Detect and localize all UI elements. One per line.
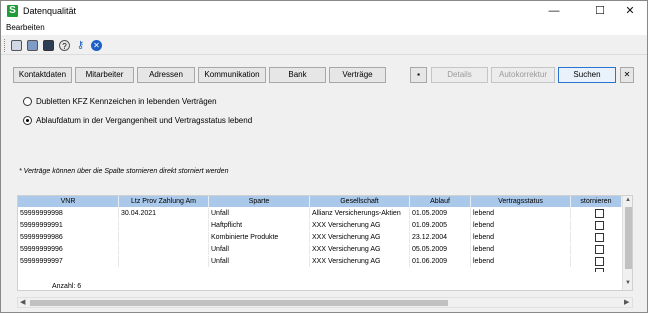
col-header-vertragsstatus[interactable]: Vertragsstatus — [471, 196, 571, 207]
col-header-sparte[interactable]: Sparte — [209, 196, 310, 207]
cell-ablauf: 01.06.2009 — [410, 256, 471, 267]
suchen-button[interactable]: Suchen — [558, 67, 616, 83]
scroll-up-icon[interactable]: ▲ — [625, 197, 631, 203]
cell-ablauf: 23.12.2004 — [410, 232, 471, 243]
cell-sparte: Unfall — [209, 208, 310, 219]
cell-vnr: 59999999998 — [18, 208, 119, 219]
help-icon[interactable]: ? — [59, 40, 70, 51]
cell-vnr: 59999999996 — [18, 244, 119, 255]
scroll-down-icon[interactable]: ▼ — [625, 280, 631, 286]
cell-vertragsstatus: lebend — [471, 244, 571, 255]
cell-vnr: 59999999997 — [18, 256, 119, 267]
cell-sparte: Unfall — [209, 256, 310, 267]
kommunikation-button[interactable]: Kommunikation — [198, 67, 266, 83]
option-ablauf-label: Ablaufdatum in der Vergangenheit und Ver… — [36, 116, 253, 125]
close-circle-icon[interactable]: ✕ — [91, 40, 102, 51]
app-window: S Datenqualität — ☐ ✕ Bearbeiten ? ⚷ ✕ K… — [0, 0, 648, 313]
cell-ltz-prov — [119, 244, 209, 255]
cell-sparte: Unfall — [209, 244, 310, 255]
cell-vnr: 59999999986 — [18, 232, 119, 243]
print-icon[interactable] — [27, 40, 38, 51]
stornieren-checkbox[interactable] — [595, 245, 604, 254]
vertical-scroll-thumb[interactable] — [625, 207, 632, 269]
cell-ltz-prov — [119, 232, 209, 243]
cell-ltz-prov — [119, 220, 209, 231]
key-icon[interactable]: ⚷ — [75, 40, 86, 51]
option-dubletten[interactable]: Dubletten KFZ Kennzeichen in lebenden Ve… — [23, 97, 217, 107]
table-row-partial[interactable] — [18, 268, 622, 272]
cell-gesellschaft: XXX Versicherung AG — [310, 220, 410, 231]
table-header: VNR Ltz Prov Zahlung Am Sparte Gesellsch… — [18, 196, 622, 207]
app-logo-icon: S — [7, 5, 18, 17]
scroll-left-icon[interactable]: ◀ — [20, 298, 25, 308]
cell-ltz-prov: 30.04.2021 — [119, 208, 209, 219]
menu-bearbeiten[interactable]: Bearbeiten — [6, 23, 45, 32]
row-count: Anzahl: 6 — [52, 283, 82, 290]
cell-gesellschaft: XXX Versicherung AG — [310, 232, 410, 243]
window-title: Datenqualität — [23, 6, 77, 16]
stornieren-checkbox[interactable] — [595, 221, 604, 230]
results-table: VNR Ltz Prov Zahlung Am Sparte Gesellsch… — [17, 195, 633, 291]
cell-vertragsstatus: lebend — [471, 232, 571, 243]
cell-ablauf: 01.09.2005 — [410, 220, 471, 231]
horizontal-scroll-thumb[interactable] — [30, 300, 448, 306]
adressen-button[interactable]: Adressen — [137, 67, 195, 83]
table-row[interactable]: 59999999997 Unfall XXX Versicherung AG 0… — [18, 256, 622, 267]
storno-note: * Verträge können über die Spalte storni… — [19, 168, 229, 175]
cell-vertragsstatus: lebend — [471, 208, 571, 219]
table-row[interactable]: 59999999996 Unfall XXX Versicherung AG 0… — [18, 244, 622, 255]
cell-ltz-prov — [119, 256, 209, 267]
cell-sparte: Kombinierte Produkte — [209, 232, 310, 243]
stornieren-checkbox[interactable] — [595, 257, 604, 266]
cell-vnr: 59999999991 — [18, 220, 119, 231]
kontaktdaten-button[interactable]: Kontaktdaten — [13, 67, 72, 83]
horizontal-scrollbar[interactable]: ◀ ▶ — [17, 297, 633, 308]
maximize-button[interactable]: ☐ — [585, 1, 615, 21]
cell-vertragsstatus: lebend — [471, 220, 571, 231]
vertical-scrollbar[interactable]: ▲ ▼ — [622, 196, 632, 290]
col-header-ltz-prov[interactable]: Ltz Prov Zahlung Am — [119, 196, 209, 207]
cell-gesellschaft: Allianz Versicherungs-Aktien — [310, 208, 410, 219]
close-window-button[interactable]: ✕ — [615, 1, 645, 21]
cell-ablauf: 05.05.2009 — [410, 244, 471, 255]
cell-gesellschaft: XXX Versicherung AG — [310, 256, 410, 267]
scroll-right-icon[interactable]: ▶ — [624, 298, 629, 308]
title-bar: S Datenqualität — ☐ ✕ — [1, 1, 647, 21]
option-dubletten-label: Dubletten KFZ Kennzeichen in lebenden Ve… — [36, 97, 217, 106]
toolbar-grip[interactable] — [4, 39, 6, 52]
cell-ablauf: 01.05.2009 — [410, 208, 471, 219]
table-row[interactable]: 59999999998 30.04.2021 Unfall Allianz Ve… — [18, 208, 622, 219]
details-button[interactable]: Details — [431, 67, 488, 83]
vertraege-button[interactable]: Verträge — [329, 67, 386, 83]
menu-bar: Bearbeiten — [1, 21, 647, 35]
minimize-button[interactable]: — — [539, 1, 569, 21]
autokorrektur-button[interactable]: Autokorrektur — [491, 67, 555, 83]
col-header-vnr[interactable]: VNR — [18, 196, 119, 207]
col-header-gesellschaft[interactable]: Gesellschaft — [310, 196, 410, 207]
cell-gesellschaft: XXX Versicherung AG — [310, 244, 410, 255]
option-ablauf[interactable]: Ablaufdatum in der Vergangenheit und Ver… — [23, 116, 253, 126]
mitarbeiter-button[interactable]: Mitarbeiter — [75, 67, 134, 83]
cell-sparte: Haftpflicht — [209, 220, 310, 231]
bank-button[interactable]: Bank — [269, 67, 326, 83]
col-header-stornieren[interactable]: stornieren — [571, 196, 622, 207]
stornieren-checkbox[interactable] — [595, 209, 604, 218]
radio-dubletten[interactable] — [23, 97, 32, 107]
screen-icon[interactable] — [43, 40, 54, 51]
stornieren-checkbox[interactable] — [595, 268, 604, 272]
radio-ablauf[interactable] — [23, 116, 32, 126]
stornieren-checkbox[interactable] — [595, 233, 604, 242]
table-row[interactable]: 59999999991 Haftpflicht XXX Versicherung… — [18, 220, 622, 231]
save-icon[interactable] — [11, 40, 22, 51]
col-header-ablauf[interactable]: Ablauf — [410, 196, 471, 207]
save-icon-button[interactable]: ▪ — [410, 67, 427, 83]
table-row[interactable]: 59999999986 Kombinierte Produkte XXX Ver… — [18, 232, 622, 243]
cell-vertragsstatus: lebend — [471, 256, 571, 267]
close-x-button[interactable]: ✕ — [620, 67, 634, 83]
toolbar: ? ⚷ ✕ — [1, 36, 647, 55]
